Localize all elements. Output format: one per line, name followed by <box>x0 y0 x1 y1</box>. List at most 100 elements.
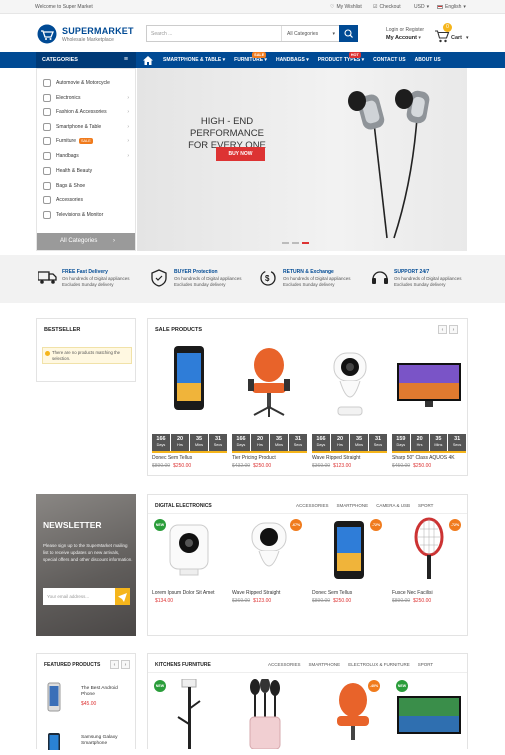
buy-now-button[interactable]: BUY NOW <box>216 147 265 161</box>
digital-electronics-panel: DIGITAL ELECTRONICS ACCESSORIES SMARTPHO… <box>147 494 468 636</box>
search-button[interactable] <box>339 25 358 42</box>
shield-icon <box>151 269 167 287</box>
timer-secs: 31 Secs <box>369 434 387 451</box>
prev-arrow-button[interactable]: ‹ <box>110 660 119 669</box>
main-nav: CATEGORIES ≡ SMARTPHONE & TABLE ▾ FURNIT… <box>0 52 505 68</box>
product-card[interactable]: -72% Donec Sem Tellus $890.00 $250.00 <box>312 517 387 604</box>
sidebar-item-automotive[interactable]: Automovie & Motorcycle <box>37 76 135 90</box>
timer-mins: 35 Mins <box>350 434 368 451</box>
product-card[interactable]: -67% Wave Ripped Straight $369.00 $123.00 <box>232 517 307 604</box>
sidebar-item-smartphone[interactable]: Smartphone & Table › <box>37 120 135 134</box>
home-icon[interactable] <box>143 56 153 65</box>
product-name[interactable]: Sharp 50" Class AQUOS 4K <box>392 455 466 461</box>
new-price: $250.00 <box>253 463 272 469</box>
discount-badge: -72% <box>370 519 382 531</box>
currency-select[interactable]: USD ▾ <box>414 4 429 10</box>
product-name[interactable]: Fusce Nec Facilisi <box>392 590 466 596</box>
next-arrow-button[interactable]: › <box>121 660 130 669</box>
newsletter-email-input[interactable]: Your email address... <box>43 588 115 605</box>
product-name[interactable]: Donec Sem Tellus <box>152 455 227 461</box>
slider-dots[interactable] <box>282 242 309 244</box>
product-name[interactable]: Wave Ripped Straight <box>232 590 307 596</box>
product-name[interactable]: Samsung Galaxy Smartphone <box>81 735 131 747</box>
nav-item-about[interactable]: ABOUT US <box>415 57 441 63</box>
product-card[interactable]: NEW Lorem Ipsum Dolor Sit Amet $134.00 <box>152 517 227 604</box>
nav-item-handbags[interactable]: HANDBAGS ▾ <box>276 57 309 63</box>
sidebar-item-televisions[interactable]: Televisions & Monitor <box>37 208 135 222</box>
product-card[interactable]: 159 Days 20 Hrs 35 Mins 31 Secs Sharp 50" Cl… <box>392 343 466 469</box>
sidebar-item-bags[interactable]: Bags & Shoe <box>37 179 135 193</box>
logo-title[interactable]: SUPERMARKET <box>62 26 134 36</box>
timer-unit: Hrs <box>337 443 343 447</box>
product-card[interactable]: 166 Days 20 Hrs 35 Mins 31 Secs Tier Pricing… <box>232 343 307 469</box>
timer-unit: Days <box>156 443 166 447</box>
prev-arrow-button[interactable]: ‹ <box>438 325 447 334</box>
categories-toggle[interactable]: CATEGORIES ≡ <box>36 52 136 68</box>
login-link[interactable]: Login or Register <box>386 26 424 34</box>
tab-smartphone[interactable]: SMARTPHONE <box>309 662 341 667</box>
sofa-icon <box>43 137 51 145</box>
newsletter-submit-button[interactable] <box>115 588 130 605</box>
tab-accessories[interactable]: ACCESSORIES <box>296 503 329 508</box>
hero-line-1: HIGH - END PERFORMANCE <box>190 116 264 139</box>
sidebar-item-electronics[interactable]: Electronics › <box>37 91 135 105</box>
sidebar-item-furniture[interactable]: Furniture SALE › <box>37 134 135 148</box>
slider-dot[interactable] <box>292 242 299 244</box>
slider-dot[interactable] <box>282 242 289 244</box>
new-price: $250.00 <box>173 463 192 469</box>
product-name[interactable]: Tier Pricing Product <box>232 455 307 461</box>
product-name[interactable]: Lorem Ipsum Dolor Sit Amet <box>152 590 227 596</box>
new-price: $123.00 <box>253 598 272 604</box>
product-name[interactable]: Donec Sem Tellus <box>312 590 387 596</box>
tab-sport[interactable]: SPORT <box>418 503 433 508</box>
sidebar-item-health[interactable]: Health & Beauty <box>37 164 135 178</box>
truck-icon <box>38 271 57 284</box>
language-select[interactable]: English ▾ <box>437 4 466 10</box>
checkout-link[interactable]: ☑ Checkout <box>373 4 401 10</box>
tab-electrolux-furniture[interactable]: ELECTROLUX & FURNITURE <box>348 662 410 667</box>
tab-sport[interactable]: SPORT <box>418 662 433 667</box>
product-card[interactable]: 166 Days 20 Hrs 35 Mins 31 Secs Donec Sem Te… <box>152 343 227 469</box>
featured-item[interactable]: Samsung Galaxy Smartphone <box>43 732 133 753</box>
timer-unit: Secs <box>213 443 223 447</box>
sidebar-item-handbags[interactable]: Handbags › <box>37 149 135 163</box>
tab-camera-usb[interactable]: CAMERA & USB <box>376 503 410 508</box>
next-arrow-button[interactable]: › <box>449 325 458 334</box>
logo-cart-icon[interactable] <box>36 24 58 44</box>
product-card[interactable]: 166 Days 20 Hrs 35 Mins 31 Secs Wave Ripped … <box>312 343 387 469</box>
featured-item[interactable]: The Best Android Phone $45.00 <box>43 682 133 714</box>
cart-button[interactable]: 0 Cart ▾ <box>434 23 474 45</box>
site-header: SUPERMARKET Wholesale Marketplace Search… <box>0 14 505 52</box>
logo-subtitle: Wholesale Marketplace <box>62 37 114 43</box>
nav-item-furniture[interactable]: FURNITURE ▾ SALE <box>234 52 267 63</box>
hero-banner[interactable]: HIGH - END PERFORMANCE FOR EVERY ONE BUY… <box>137 68 467 251</box>
product-name[interactable]: The Best Android Phone <box>81 686 131 698</box>
timer-unit: Secs <box>293 443 303 447</box>
wishlist-link[interactable]: ♡ My Wishlist <box>330 4 362 10</box>
search-input[interactable]: Search ... <box>151 31 172 37</box>
sidebar-item-label: Fashion & Accessories <box>56 109 107 115</box>
account-menu[interactable]: Login or Register My Account ▾ <box>386 26 424 42</box>
sidebar-item-accessories[interactable]: Accessories <box>37 193 135 207</box>
search-category-select[interactable]: All Categories ▾ <box>281 26 339 41</box>
kitchens-tabs: ACCESSORIES SMARTPHONE ELECTROLUX & FURN… <box>268 662 433 667</box>
nav-item-smartphone[interactable]: SMARTPHONE & TABLE ▾ <box>163 57 225 63</box>
all-categories-button[interactable]: All Categories › <box>37 233 135 250</box>
nav-item-contact[interactable]: CONTACT US <box>373 57 405 63</box>
phone-image <box>47 682 61 712</box>
tab-accessories[interactable]: ACCESSORIES <box>268 662 301 667</box>
sidebar-item-fashion[interactable]: Fashion & Accessories › <box>37 105 135 119</box>
product-card[interactable]: -72% Fusce Nec Facilisi $890.00 $250.00 <box>392 517 466 604</box>
digital-tabs: ACCESSORIES SMARTPHONE CAMERA & USB SPOR… <box>296 503 433 508</box>
accessories-icon <box>43 196 51 204</box>
product-name[interactable]: Wave Ripped Straight <box>312 455 387 461</box>
category-sidebar: Automovie & Motorcycle Electronics › Fash… <box>36 68 136 251</box>
timer-mins: 35 Mins <box>270 434 288 451</box>
slider-dot-active[interactable] <box>302 242 309 244</box>
tab-smartphone[interactable]: SMARTPHONE <box>337 503 369 508</box>
nav-item-product-types[interactable]: PRODUCT TYPES ▾ HOT <box>318 52 364 63</box>
featured-carousel-arrows: ‹ › <box>110 660 130 669</box>
flag-icon <box>437 5 443 9</box>
old-price: $369.00 <box>312 463 331 469</box>
product-price: $890.00 $250.00 <box>312 598 387 604</box>
